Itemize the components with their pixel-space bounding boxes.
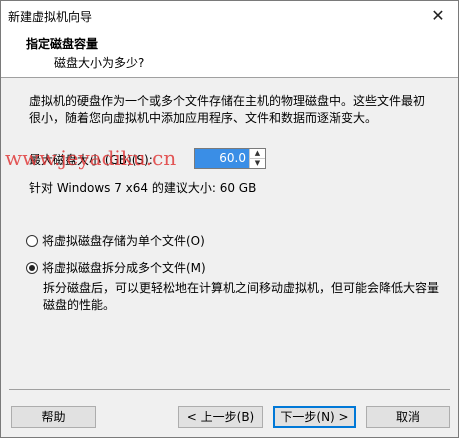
stepper-up-icon[interactable]: ▲ <box>250 149 265 159</box>
wizard-header: 指定磁盘容量 磁盘大小为多少? <box>1 30 458 78</box>
radio-split-label: 将虚拟磁盘拆分成多个文件(M) <box>42 261 206 275</box>
radio-split-files[interactable]: 将虚拟磁盘拆分成多个文件(M) <box>26 259 206 276</box>
watermark-text: www.jeyadiku.cn <box>5 146 177 170</box>
title-bar: 新建虚拟机向导 ✕ <box>1 1 458 30</box>
footer-separator <box>9 389 450 390</box>
header-subtitle: 磁盘大小为多少? <box>54 56 145 70</box>
radio-single-label: 将虚拟磁盘存储为单个文件(O) <box>42 234 205 248</box>
help-button[interactable]: 帮助 <box>11 406 96 428</box>
radio-split-indicator[interactable] <box>26 261 38 274</box>
window-title: 新建虚拟机向导 <box>8 10 93 24</box>
radio-single-indicator[interactable] <box>26 234 38 247</box>
radio-single-file[interactable]: 将虚拟磁盘存储为单个文件(O) <box>26 232 205 249</box>
disk-size-input[interactable]: 60.0 <box>195 149 249 168</box>
description-text: 虚拟机的硬盘作为一个或多个文件存储在主机的物理磁盘中。这些文件最初很小，随着您向… <box>29 94 426 125</box>
close-icon[interactable]: ✕ <box>418 1 458 30</box>
split-note-text: 拆分磁盘后，可以更轻松地在计算机之间移动虚拟机，但可能会降低大容量磁盘的性能。 <box>43 281 440 312</box>
disk-size-stepper[interactable]: 60.0 ▲ ▼ <box>194 148 266 169</box>
header-title: 指定磁盘容量 <box>26 37 99 51</box>
next-button[interactable]: 下一步(N) > <box>273 406 356 428</box>
wizard-window: 新建虚拟机向导 ✕ 指定磁盘容量 磁盘大小为多少? 虚拟机的硬盘作为一个或多个文… <box>0 0 459 438</box>
cancel-button[interactable]: 取消 <box>366 406 450 428</box>
stepper-buttons: ▲ ▼ <box>249 149 265 168</box>
stepper-down-icon[interactable]: ▼ <box>250 159 265 168</box>
recommended-size-text: 针对 Windows 7 x64 的建议大小: 60 GB <box>29 181 257 195</box>
back-button[interactable]: < 上一步(B) <box>178 406 263 428</box>
